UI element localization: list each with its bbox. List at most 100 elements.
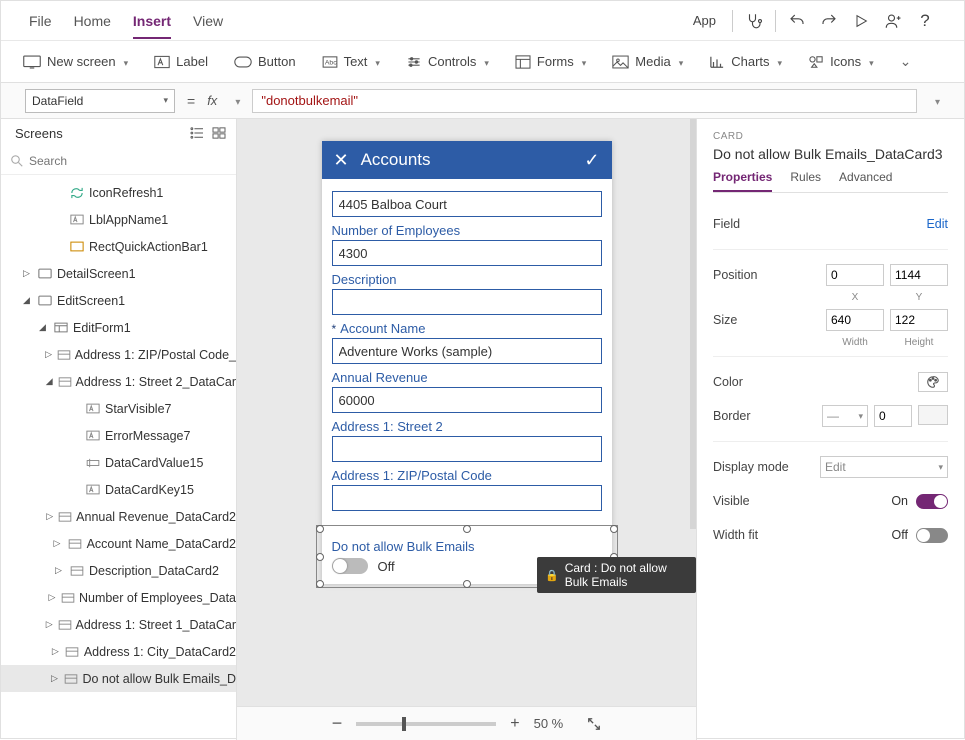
menu-home[interactable]: Home	[74, 13, 111, 29]
tab-rules[interactable]: Rules	[790, 170, 821, 192]
screen-title: Accounts	[361, 150, 573, 170]
size-h-input[interactable]	[890, 309, 948, 331]
resize-handle[interactable]	[316, 580, 324, 588]
tree-item[interactable]: ◢EditForm1	[1, 314, 236, 341]
tree-item[interactable]: DataCardKey15	[1, 476, 236, 503]
play-icon[interactable]	[850, 10, 872, 32]
tree-item[interactable]: IconRefresh1	[1, 179, 236, 206]
card-icon	[67, 539, 82, 549]
tb-forms[interactable]: Forms	[515, 54, 586, 69]
tree-item[interactable]: ErrorMessage7	[1, 422, 236, 449]
formula-expand[interactable]	[929, 93, 940, 108]
text-icon: Abc	[322, 56, 338, 68]
resize-handle[interactable]	[463, 525, 471, 533]
size-w-input[interactable]	[826, 309, 884, 331]
tree-item[interactable]: ▷Account Name_DataCard2	[1, 530, 236, 557]
field-input[interactable]	[332, 485, 602, 511]
tb-label[interactable]: Label	[154, 54, 208, 69]
tree-item-label: StarVisible7	[105, 402, 171, 416]
zoom-slider[interactable]	[356, 722, 496, 726]
tree-item-label: Address 1: Street 2_DataCar	[76, 375, 237, 389]
display-mode-select[interactable]: Edit	[820, 456, 948, 478]
border-style-select[interactable]: —	[822, 405, 868, 427]
undo-icon[interactable]	[786, 10, 808, 32]
field-input[interactable]	[332, 289, 602, 315]
thumbnail-view-icon[interactable]	[212, 127, 226, 139]
screen-icon	[37, 268, 53, 279]
stethoscope-icon[interactable]	[743, 10, 765, 32]
tb-button[interactable]: Button	[234, 54, 296, 69]
toggle-control[interactable]	[332, 558, 368, 574]
menu-file[interactable]: File	[29, 13, 52, 29]
svg-text:Abc: Abc	[324, 59, 336, 66]
tree-item[interactable]: ▷Address 1: Street 1_DataCar	[1, 611, 236, 638]
tree-list-icon[interactable]	[190, 127, 204, 139]
tree-item[interactable]: LblAppName1	[1, 206, 236, 233]
position-y-input[interactable]	[890, 264, 948, 286]
tb-charts[interactable]: Charts	[709, 54, 782, 69]
canvas-scrollbar[interactable]	[690, 119, 696, 529]
form-field: *Account Name	[332, 321, 602, 364]
field-input[interactable]	[332, 436, 602, 462]
fx-caret[interactable]	[229, 93, 240, 108]
share-icon[interactable]	[882, 10, 904, 32]
field-input[interactable]	[332, 191, 602, 217]
widthfit-toggle[interactable]	[916, 528, 948, 543]
tree-item[interactable]: DataCardValue15	[1, 449, 236, 476]
tree-item[interactable]: RectQuickActionBar1	[1, 233, 236, 260]
tb-controls[interactable]: Controls	[406, 54, 489, 69]
tree-item[interactable]: ◢EditScreen1	[1, 287, 236, 314]
tree-item[interactable]: ▷Number of Employees_Data	[1, 584, 236, 611]
resize-handle[interactable]	[316, 553, 324, 561]
check-icon[interactable]: ✓	[584, 150, 599, 171]
tree-view: IconRefresh1LblAppName1RectQuickActionBa…	[1, 175, 236, 740]
redo-icon[interactable]	[818, 10, 840, 32]
tb-icons[interactable]: Icons	[808, 54, 874, 69]
app-button[interactable]: App	[693, 13, 716, 28]
tb-text[interactable]: Abc Text	[322, 54, 380, 69]
prop-display-label: Display mode	[713, 460, 789, 474]
color-picker[interactable]	[918, 372, 948, 392]
border-color-picker[interactable]	[918, 405, 948, 425]
field-input[interactable]	[332, 240, 602, 266]
tb-expand[interactable]: ⌄	[900, 53, 912, 70]
resize-handle[interactable]	[610, 525, 618, 533]
prop-color-label: Color	[713, 375, 743, 389]
menu-insert[interactable]: Insert	[133, 13, 171, 39]
field-input[interactable]	[332, 338, 602, 364]
visible-toggle[interactable]	[916, 494, 948, 509]
position-x-input[interactable]	[826, 264, 884, 286]
prop-field-edit[interactable]: Edit	[926, 217, 948, 231]
tree-item[interactable]: ▷Address 1: City_DataCard2	[1, 638, 236, 665]
fullscreen-icon[interactable]	[587, 717, 601, 731]
tree-item-label: Address 1: Street 1_DataCar	[76, 618, 237, 632]
tree-item[interactable]: ▷Do not allow Bulk Emails_D	[1, 665, 236, 692]
tab-properties[interactable]: Properties	[713, 170, 772, 192]
field-label: Annual Revenue	[332, 370, 602, 385]
formula-input[interactable]: "donotbulkemail"	[252, 89, 917, 113]
tree-item[interactable]: ▷Description_DataCard2	[1, 557, 236, 584]
border-width-input[interactable]	[874, 405, 912, 427]
tree-item[interactable]: ◢Address 1: Street 2_DataCar	[1, 368, 236, 395]
zoom-out[interactable]: −	[332, 713, 343, 734]
zoom-in[interactable]: +	[510, 715, 519, 733]
tb-new-screen[interactable]: New screen	[23, 54, 128, 69]
search-input[interactable]	[29, 154, 226, 168]
help-icon[interactable]: ?	[914, 10, 936, 32]
close-icon[interactable]: ✕	[334, 150, 349, 171]
field-label: Address 1: ZIP/Postal Code	[332, 468, 602, 483]
search-box[interactable]	[1, 147, 236, 175]
tree-item[interactable]: ▷DetailScreen1	[1, 260, 236, 287]
tab-advanced[interactable]: Advanced	[839, 170, 892, 192]
resize-handle[interactable]	[316, 525, 324, 533]
tb-media[interactable]: Media	[612, 54, 683, 69]
field-input[interactable]	[332, 387, 602, 413]
prop-size-label: Size	[713, 313, 737, 327]
property-select[interactable]: DataField	[25, 89, 175, 113]
tree-item[interactable]: ▷Address 1: ZIP/Postal Code_	[1, 341, 236, 368]
resize-handle[interactable]	[463, 580, 471, 588]
tree-item[interactable]: StarVisible7	[1, 395, 236, 422]
tree-item[interactable]: ▷Annual Revenue_DataCard2	[1, 503, 236, 530]
menu-view[interactable]: View	[193, 13, 223, 29]
prop-border-label: Border	[713, 409, 751, 423]
